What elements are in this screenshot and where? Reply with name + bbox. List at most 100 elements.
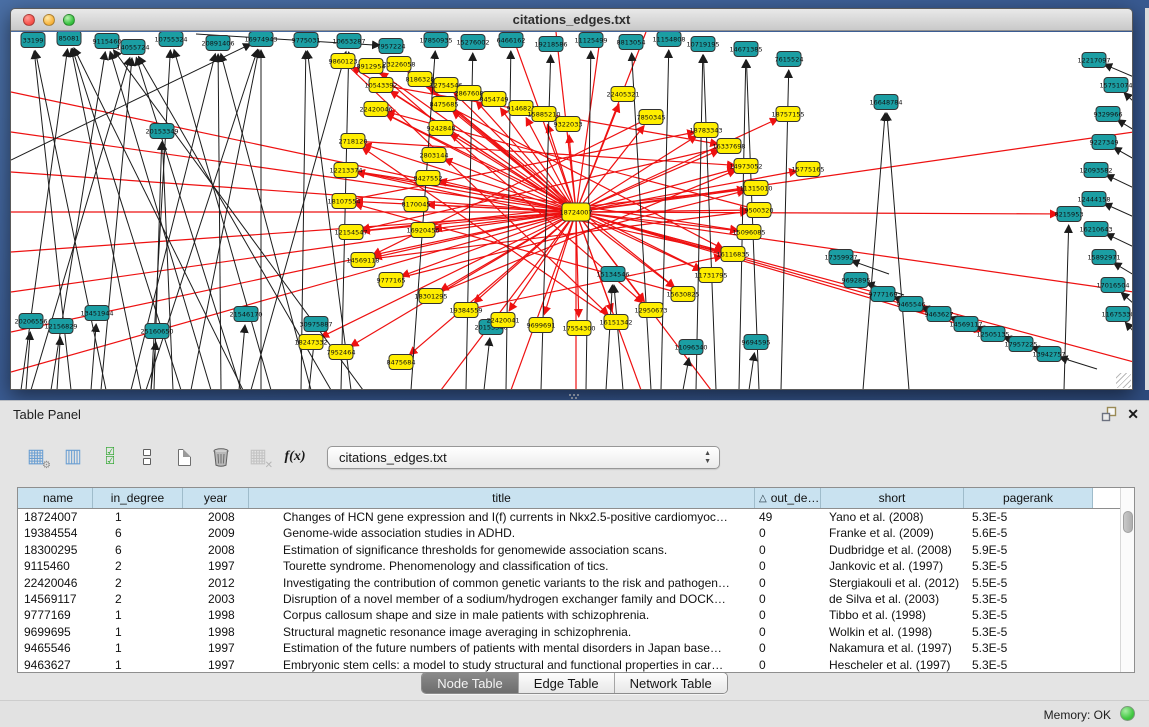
table-cell[interactable]: Estimation of significance thresholds fo… bbox=[249, 542, 755, 558]
graph-node-yellow[interactable]: 8475684 bbox=[387, 355, 416, 370]
table-cell[interactable]: 1 bbox=[93, 624, 183, 640]
table-cell[interactable]: 22420046 bbox=[18, 575, 93, 591]
column-header-year[interactable]: year bbox=[183, 488, 249, 508]
table-cell[interactable]: 5.3E-5 bbox=[964, 657, 1093, 673]
table-cell[interactable]: 1998 bbox=[183, 607, 249, 623]
graph-node-teal[interactable]: 15751074 bbox=[1099, 78, 1132, 93]
table-row[interactable]: 946362711997Embryonic stem cells: a mode… bbox=[18, 657, 1134, 673]
close-panel-icon[interactable]: ✕ bbox=[1127, 406, 1139, 422]
row-height-button[interactable] bbox=[135, 445, 159, 469]
graph-node-teal[interactable]: 15892971 bbox=[1087, 250, 1120, 265]
table-row[interactable]: 1456911722003Disruption of a novel membe… bbox=[18, 591, 1134, 607]
graph-node-teal[interactable]: 20206556 bbox=[14, 314, 47, 329]
table-cell[interactable]: 5.3E-5 bbox=[964, 640, 1093, 656]
window-resize-grip[interactable] bbox=[1116, 373, 1131, 388]
table-cell[interactable]: 9115460 bbox=[18, 558, 93, 574]
zoom-window-button[interactable] bbox=[63, 14, 75, 26]
graph-node-yellow[interactable]: 9500320 bbox=[745, 203, 774, 218]
table-cell[interactable]: Changes of HCN gene expression and I(f) … bbox=[249, 509, 755, 525]
table-cell[interactable]: 1997 bbox=[183, 558, 249, 574]
show-columns-button[interactable]: ▥ bbox=[61, 445, 85, 469]
graph-node-teal[interactable]: 15134546 bbox=[596, 267, 629, 282]
table-cell[interactable]: 9777169 bbox=[18, 607, 93, 623]
graph-node-yellow[interactable]: 10543392 bbox=[364, 78, 397, 93]
graph-node-teal[interactable]: 7615524 bbox=[775, 52, 804, 67]
panel-resize-handle[interactable] bbox=[569, 394, 579, 399]
table-cell[interactable]: Hescheler et al. (1997) bbox=[821, 657, 964, 673]
select-all-button[interactable]: ☑☑ bbox=[98, 445, 122, 469]
table-cell[interactable]: 19384554 bbox=[18, 525, 93, 541]
graph-node-yellow[interactable]: 11315010 bbox=[739, 181, 772, 196]
table-scrollbar-thumb[interactable] bbox=[1123, 511, 1133, 533]
graph-node-teal[interactable]: 11154808 bbox=[652, 32, 685, 47]
graph-node-yellow[interactable]: 18757155 bbox=[771, 107, 804, 122]
column-header-pagerank[interactable]: pagerank bbox=[964, 488, 1093, 508]
minimize-window-button[interactable] bbox=[43, 14, 55, 26]
table-cell[interactable]: Corpus callosum shape and size in male p… bbox=[249, 607, 755, 623]
graph-node-teal[interactable]: 16974943 bbox=[244, 32, 277, 47]
graph-node-teal[interactable]: 9775031 bbox=[292, 33, 321, 48]
graph-node-yellow[interactable]: 18301295 bbox=[414, 289, 447, 304]
table-cell[interactable]: 0 bbox=[755, 640, 821, 656]
column-header-in_degree[interactable]: in_degree bbox=[93, 488, 183, 508]
table-cell[interactable]: 5.9E-5 bbox=[964, 542, 1093, 558]
table-cell[interactable]: 5.3E-5 bbox=[964, 509, 1093, 525]
graph-node-teal[interactable]: 14569117 bbox=[949, 317, 982, 332]
tab-network-table[interactable]: Network Table bbox=[614, 673, 727, 693]
table-cell[interactable]: Nakamura et al. (1997) bbox=[821, 640, 964, 656]
graph-node-yellow[interactable]: 12950673 bbox=[634, 303, 667, 318]
table-cell[interactable]: 0 bbox=[755, 575, 821, 591]
table-cell[interactable]: Stergiakouli et al. (2012) bbox=[821, 575, 964, 591]
table-cell[interactable]: 9699695 bbox=[18, 624, 93, 640]
table-cell[interactable]: 0 bbox=[755, 591, 821, 607]
graph-node-teal[interactable]: 12156829 bbox=[44, 319, 77, 334]
graph-node-yellow[interactable]: 9699691 bbox=[527, 318, 556, 333]
table-cell[interactable]: 2008 bbox=[183, 542, 249, 558]
table-cell[interactable]: Estimation of the future numbers of pati… bbox=[249, 640, 755, 656]
graph-node-yellow[interactable]: 11731795 bbox=[694, 268, 727, 283]
tab-edge-table[interactable]: Edge Table bbox=[518, 673, 614, 693]
column-header-short[interactable]: short bbox=[821, 488, 964, 508]
table-cell[interactable]: 2012 bbox=[183, 575, 249, 591]
table-scrollbar[interactable] bbox=[1120, 488, 1134, 672]
graph-node-yellow[interactable]: 9860123 bbox=[329, 54, 358, 69]
table-cell[interactable]: 5.5E-5 bbox=[964, 575, 1093, 591]
graph-node-yellow[interactable]: 8454749 bbox=[480, 92, 509, 107]
table-cell[interactable]: 2 bbox=[93, 558, 183, 574]
graph-node-yellow[interactable]: 22420041 bbox=[486, 313, 519, 328]
graph-node-teal[interactable]: 11096340 bbox=[674, 340, 707, 355]
graph-node-yellow[interactable]: 22420046 bbox=[359, 102, 392, 117]
table-cell[interactable]: 9465546 bbox=[18, 640, 93, 656]
table-cell[interactable]: 18300295 bbox=[18, 542, 93, 558]
table-mode-button[interactable]: ▦ ⚙ bbox=[24, 445, 48, 469]
table-cell[interactable]: 1 bbox=[93, 509, 183, 525]
table-cell[interactable]: Wolkin et al. (1998) bbox=[821, 624, 964, 640]
table-cell[interactable]: 0 bbox=[755, 558, 821, 574]
graph-node-yellow[interactable]: 17554300 bbox=[562, 321, 595, 336]
table-cell[interactable]: Tourette syndrome. Phenomenology and cla… bbox=[249, 558, 755, 574]
graph-node-teal[interactable]: 7957224 bbox=[377, 39, 406, 54]
graph-node-teal[interactable]: 12093582 bbox=[1079, 163, 1112, 178]
table-cell[interactable]: 2 bbox=[93, 591, 183, 607]
graph-node-teal[interactable]: 20153349 bbox=[145, 124, 178, 139]
graph-node-teal[interactable]: 17359927 bbox=[824, 250, 857, 265]
graph-node-yellow[interactable]: 8475685 bbox=[430, 97, 459, 112]
graph-node-teal[interactable]: 85081 bbox=[57, 32, 81, 46]
table-row[interactable]: 1830029562008Estimation of significance … bbox=[18, 542, 1134, 558]
table-cell[interactable]: Disruption of a novel member of a sodium… bbox=[249, 591, 755, 607]
function-builder-button[interactable]: f(x) bbox=[283, 445, 307, 469]
graph-node-yellow[interactable]: 16920456 bbox=[406, 223, 439, 238]
table-cell[interactable]: 1 bbox=[93, 640, 183, 656]
graph-node-yellow[interactable]: 9322033 bbox=[554, 117, 583, 132]
graph-node-teal[interactable]: 9227349 bbox=[1090, 135, 1119, 150]
table-row[interactable]: 1938455462009Genome-wide association stu… bbox=[18, 525, 1134, 541]
graph-node-yellow[interactable]: 2803144 bbox=[420, 148, 449, 163]
graph-node-yellow[interactable]: 16116835 bbox=[716, 247, 749, 262]
graph-node-teal[interactable]: 9694595 bbox=[742, 335, 771, 350]
table-row[interactable]: 2242004622012Investigating the contribut… bbox=[18, 575, 1134, 591]
table-cell[interactable]: 2008 bbox=[183, 509, 249, 525]
table-cell[interactable]: 14569117 bbox=[18, 591, 93, 607]
graph-node-yellow[interactable]: 2718120 bbox=[339, 134, 368, 149]
table-cell[interactable]: Jankovic et al. (1997) bbox=[821, 558, 964, 574]
graph-node-teal[interactable]: 6466162 bbox=[497, 33, 526, 48]
